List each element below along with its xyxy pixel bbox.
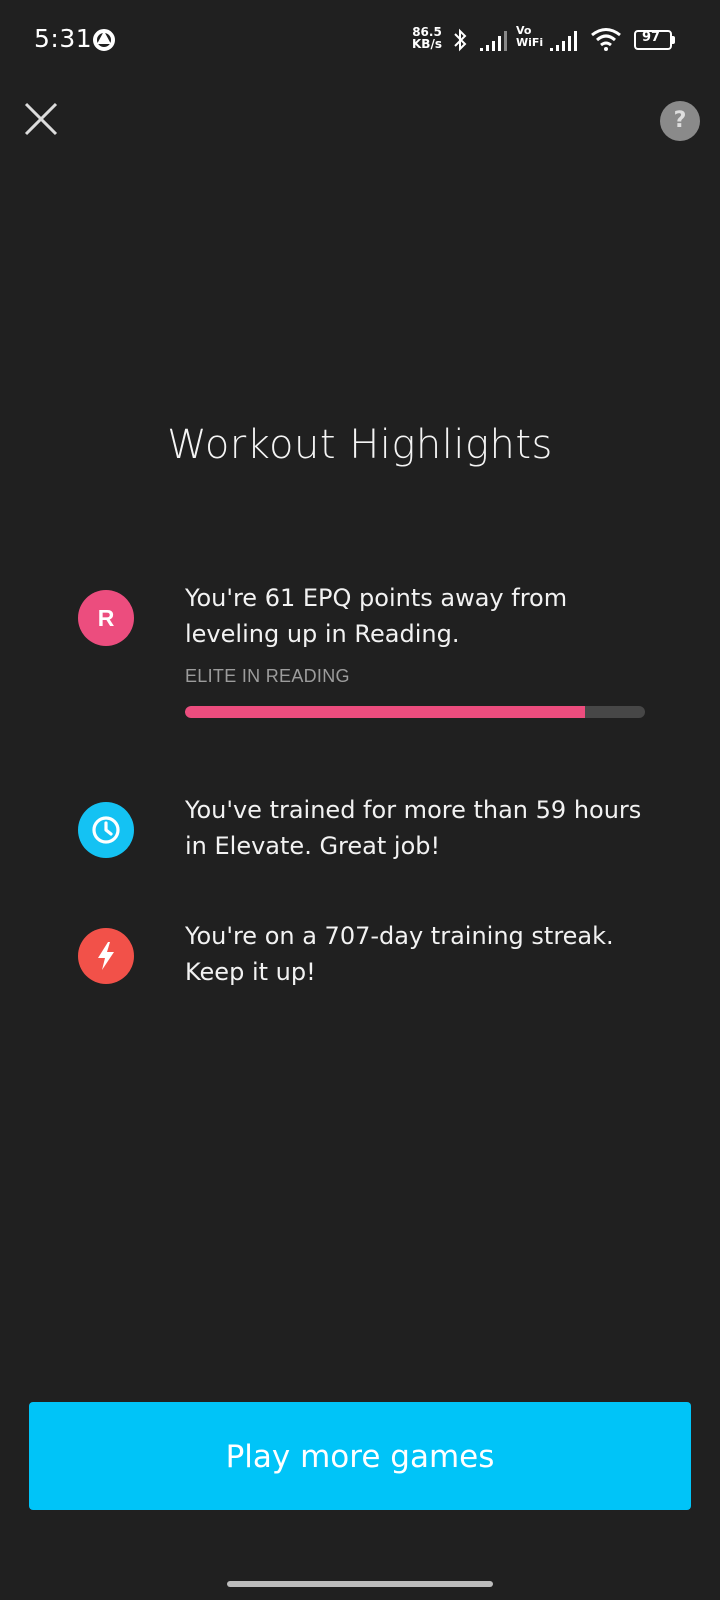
battery-tip	[672, 36, 675, 44]
vowifi-indicator: Vo WiFi	[516, 25, 543, 49]
lightning-icon	[78, 928, 134, 984]
highlight-text: You've trained for more than 59 hours in…	[185, 796, 642, 860]
page-title: Workout Highlights	[167, 422, 553, 468]
highlight-text: You're 61 EPQ points away from leveling …	[185, 584, 568, 648]
highlight-text: You're on a 707-day training streak. Kee…	[185, 922, 614, 986]
level-progress-bar	[185, 706, 645, 718]
reading-badge-letter: R	[97, 604, 115, 631]
close-icon[interactable]	[22, 100, 60, 138]
battery-level: 97	[641, 30, 661, 45]
status-bar: 5:31 86.5 KB/s Vo WiFi 97	[0, 0, 720, 80]
reading-badge-icon: R	[78, 590, 134, 646]
signal-strength-icon	[480, 31, 507, 51]
signal-strength-icon-2	[550, 31, 577, 51]
network-speed-unit: KB/s	[412, 37, 442, 51]
status-time: 5:31	[34, 24, 93, 53]
clock-glyph	[92, 816, 120, 844]
app-notification-icon	[93, 29, 115, 51]
bluetooth-icon	[454, 28, 467, 52]
vowifi-bottom: WiFi	[516, 36, 544, 49]
home-indicator[interactable]	[227, 1581, 493, 1587]
play-more-games-button[interactable]: Play more games	[29, 1402, 691, 1510]
lightning-glyph	[98, 942, 114, 970]
network-speed: 86.5 KB/s	[412, 26, 442, 50]
help-button[interactable]: ?	[660, 101, 700, 141]
clock-icon	[78, 802, 134, 858]
level-progress-fill	[185, 706, 586, 718]
battery-indicator: 97	[634, 30, 675, 50]
level-label: ELITE IN READING	[185, 666, 350, 686]
wifi-icon	[591, 28, 621, 51]
